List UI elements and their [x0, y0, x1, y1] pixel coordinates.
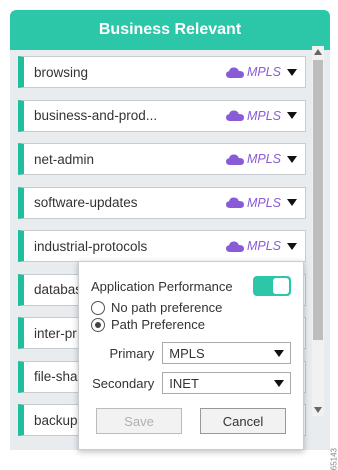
radio-path-preference-label: Path Preference	[111, 317, 205, 332]
radio-path-preference-icon[interactable]	[91, 317, 105, 332]
app-name: business-and-prod...	[34, 108, 158, 123]
cloud-icon	[225, 240, 244, 252]
secondary-row: Secondary INET	[91, 372, 291, 394]
chevron-down-icon	[287, 68, 297, 76]
toggle-knob	[273, 278, 289, 294]
save-button[interactable]: Save	[96, 408, 182, 434]
primary-select[interactable]: MPLS	[162, 342, 291, 364]
scroll-up-icon[interactable]	[314, 49, 322, 55]
chevron-down-icon	[287, 155, 297, 163]
figure-id: 65143	[329, 448, 338, 470]
popup-buttons: Save Cancel	[91, 408, 291, 434]
list-item[interactable]: software-updates MPLS	[18, 186, 306, 219]
path-preference-popup: Application Performance No path preferen…	[78, 261, 304, 450]
path-dropdown[interactable]: MPLS	[225, 195, 305, 210]
path-dropdown[interactable]: MPLS	[225, 152, 305, 166]
app-performance-row: Application Performance	[91, 276, 291, 296]
chevron-down-icon	[287, 199, 297, 206]
chevron-down-icon	[274, 379, 284, 387]
secondary-label: Secondary	[92, 375, 155, 391]
primary-row: Primary MPLS	[91, 342, 291, 364]
radio-no-path[interactable]: No path preference	[91, 300, 291, 315]
app-performance-toggle[interactable]	[253, 276, 291, 296]
radio-path-preference[interactable]: Path Preference	[91, 317, 291, 332]
app-name: net-admin	[34, 151, 95, 167]
secondary-value: INET	[169, 375, 199, 391]
chevron-down-icon	[287, 242, 297, 250]
panel-title: Business Relevant	[10, 10, 330, 50]
radio-no-path-icon[interactable]	[91, 300, 105, 315]
list-item[interactable]: industrial-protocols MPLS	[18, 230, 306, 262]
cloud-icon	[225, 110, 244, 121]
app-performance-label: Application Performance	[91, 278, 233, 294]
path-label: MPLS	[246, 152, 281, 166]
path-dropdown[interactable]: MPLS	[225, 108, 305, 123]
path-dropdown[interactable]: MPLS	[225, 239, 305, 253]
cancel-button[interactable]: Cancel	[200, 408, 286, 434]
cloud-icon	[225, 153, 244, 165]
path-label: MPLS	[246, 195, 281, 210]
radio-no-path-label: No path preference	[111, 300, 223, 315]
secondary-select[interactable]: INET	[162, 372, 291, 394]
primary-value: MPLS	[169, 345, 205, 361]
app-name: browsing	[34, 64, 89, 80]
scroll-thumb[interactable]	[313, 60, 323, 340]
list-item[interactable]: browsing MPLS	[18, 56, 306, 88]
path-dropdown[interactable]: MPLS	[225, 65, 305, 79]
primary-label: Primary	[109, 345, 155, 361]
scroll-down-icon[interactable]	[314, 407, 322, 413]
path-label: MPLS	[246, 65, 281, 79]
app-name: software-updates	[34, 195, 138, 210]
path-label: MPLS	[246, 108, 281, 123]
scrollbar[interactable]	[312, 46, 324, 416]
list-item[interactable]: net-admin MPLS	[18, 143, 306, 175]
app-name: industrial-protocols	[34, 238, 148, 254]
chevron-down-icon	[287, 112, 297, 119]
list-item[interactable]: business-and-prod... MPLS	[18, 99, 306, 132]
cloud-icon	[225, 197, 244, 208]
path-label: MPLS	[246, 239, 281, 253]
chevron-down-icon	[274, 349, 284, 357]
cloud-icon	[225, 66, 244, 78]
